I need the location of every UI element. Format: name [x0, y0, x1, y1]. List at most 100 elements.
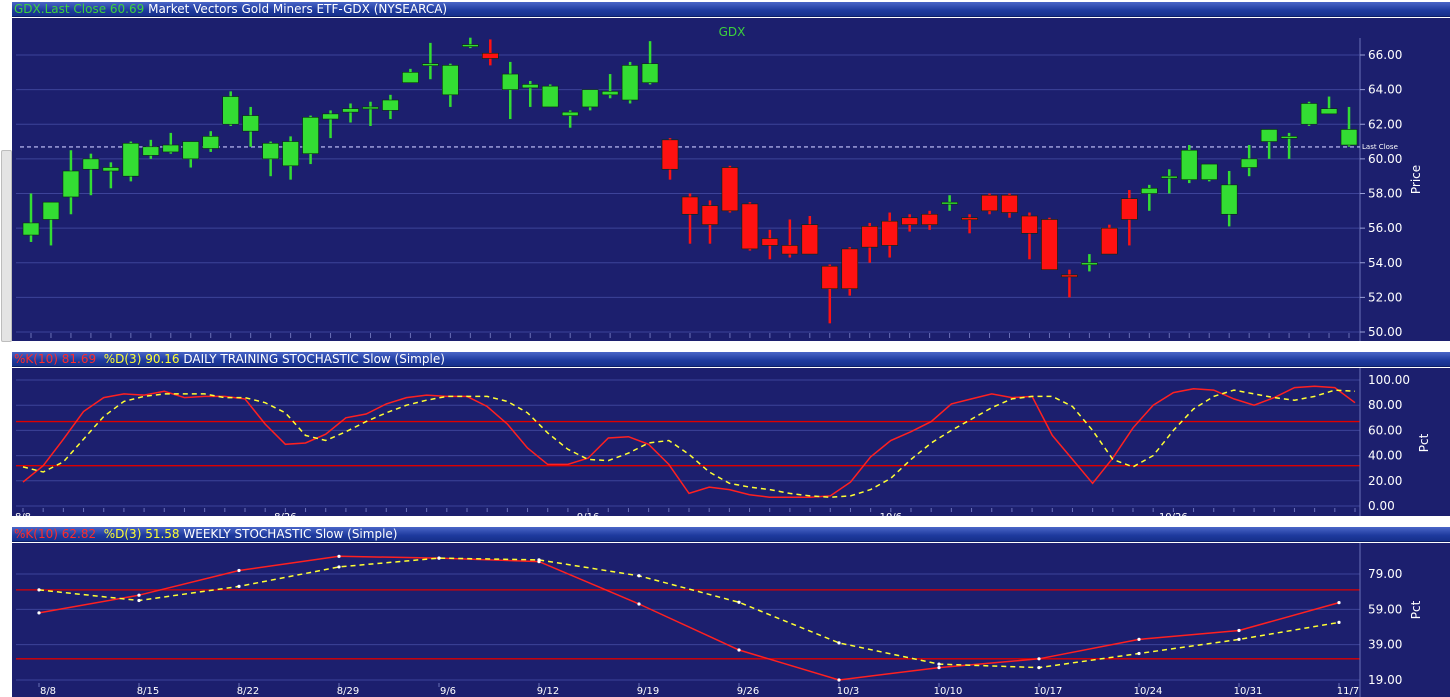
candle-down [1061, 274, 1078, 278]
weekly-x-label: 9/26 [737, 686, 759, 697]
candle-down [921, 213, 938, 225]
candle-down [981, 194, 998, 212]
weekly-data-point [337, 565, 341, 569]
candle-up [541, 85, 559, 108]
candle-up [142, 146, 160, 156]
candle-up [62, 170, 80, 198]
weekly-data-point [837, 678, 841, 682]
last-close-marker-label: Last Close [1362, 143, 1398, 151]
candle-up [102, 167, 120, 172]
weekly-x-label: 9/19 [637, 686, 659, 697]
price-tick-label: 50.00 [1368, 325, 1402, 339]
price-tick-label: 66.00 [1368, 48, 1402, 62]
weekly-data-point [737, 648, 741, 652]
candle-up [601, 91, 619, 96]
candle-up [641, 63, 659, 84]
candle-down [761, 238, 779, 246]
price-tick-label: 54.00 [1368, 256, 1402, 270]
weekly-data-point [437, 556, 441, 560]
candle-down [961, 217, 978, 221]
daily-tick-label: 0.00 [1368, 499, 1395, 513]
candle-up [1320, 108, 1338, 115]
weekly-data-point [37, 588, 41, 592]
candle-down [801, 224, 819, 255]
candle-up [162, 144, 180, 153]
candle-down [1041, 219, 1058, 270]
candle-up [1141, 188, 1158, 194]
weekly-data-point [237, 568, 241, 573]
chart-window: GDX.Last Close 60.69 Market Vectors Gold… [0, 0, 1450, 697]
weekly-data-point [1337, 620, 1341, 625]
candle-down [741, 203, 759, 250]
candle-down [821, 265, 839, 290]
weekly-x-label: 8/15 [137, 686, 159, 697]
weekly-data-point [737, 600, 741, 604]
weekly-x-label: 8/29 [337, 686, 359, 697]
weekly-x-label: 10/24 [1134, 686, 1163, 697]
candle-up [941, 201, 958, 205]
candle-up [422, 63, 439, 66]
candle-up [1180, 149, 1198, 180]
weekly-x-label: 10/17 [1034, 686, 1063, 697]
candle-down [701, 205, 719, 225]
candle-down [681, 196, 699, 215]
price-tick-label: 58.00 [1368, 187, 1402, 201]
weekly-data-point [1037, 666, 1041, 670]
weekly-tick-label: 59.00 [1368, 602, 1402, 616]
weekly-data-point [337, 554, 341, 558]
candle-down [861, 226, 879, 248]
candle-up [1220, 184, 1238, 215]
weekly-tick-label: 39.00 [1368, 638, 1402, 652]
weekly-x-label: 8/22 [237, 686, 259, 697]
candle-up [202, 136, 220, 149]
weekly-axis-label: Pct [1409, 600, 1423, 619]
candle-down [901, 217, 918, 225]
candle-up [362, 106, 379, 110]
weekly-x-label: 10/3 [837, 686, 859, 697]
price-tick-label: 62.00 [1368, 117, 1402, 131]
candle-up [382, 99, 399, 111]
charts-canvas: 66.00 64.00 62.00 60.00 58.00 56.00 54.00 52.00… [12, 18, 1450, 697]
daily-tick-label: 20.00 [1368, 474, 1402, 488]
daily-x-label: 10/26 [1159, 512, 1188, 523]
weekly-data-point [37, 611, 41, 615]
weekly-x-label: 10/31 [1234, 686, 1263, 697]
daily-tick-label: 100.00 [1368, 373, 1410, 387]
candle-up [1160, 175, 1178, 179]
weekly-data-point [237, 584, 241, 588]
candle-up [1300, 103, 1318, 125]
candle-down [1001, 194, 1018, 213]
daily-tick-label: 40.00 [1368, 449, 1402, 463]
candle-up [621, 65, 639, 101]
weekly-x-label: 10/10 [934, 686, 963, 697]
candle-up [1280, 136, 1298, 139]
weekly-data-point [637, 574, 641, 578]
candle-down [781, 245, 799, 255]
candle-down [1101, 227, 1118, 255]
weekly-tick-label: 19.00 [1368, 673, 1402, 687]
candle-up [42, 201, 60, 220]
daily-x-label: 8/26 [274, 512, 296, 523]
candle-up [1260, 129, 1278, 142]
candle-up [22, 222, 40, 236]
weekly-data-point [537, 558, 541, 562]
weekly-data-point [1337, 601, 1341, 605]
candle-down [1121, 198, 1138, 220]
weekly-x-label: 11/7 [1337, 686, 1359, 697]
candle-up [282, 141, 299, 167]
candle-up [242, 115, 259, 132]
candle-up [501, 73, 519, 90]
daily-x-label: 8/8 [15, 512, 31, 523]
daily-x-label: 9/16 [577, 512, 599, 523]
daily-tick-label: 60.00 [1368, 423, 1402, 437]
price-chart-title: GDX [719, 25, 746, 39]
weekly-data-point [1037, 657, 1041, 661]
candle-up [82, 158, 100, 170]
candle-down [1021, 215, 1038, 234]
weekly-data-point [1137, 651, 1141, 656]
weekly-data-point [637, 602, 641, 606]
candle-down [482, 52, 499, 59]
candle-up [322, 113, 339, 120]
candle-up [521, 84, 539, 89]
weekly-x-label: 8/8 [40, 686, 56, 697]
